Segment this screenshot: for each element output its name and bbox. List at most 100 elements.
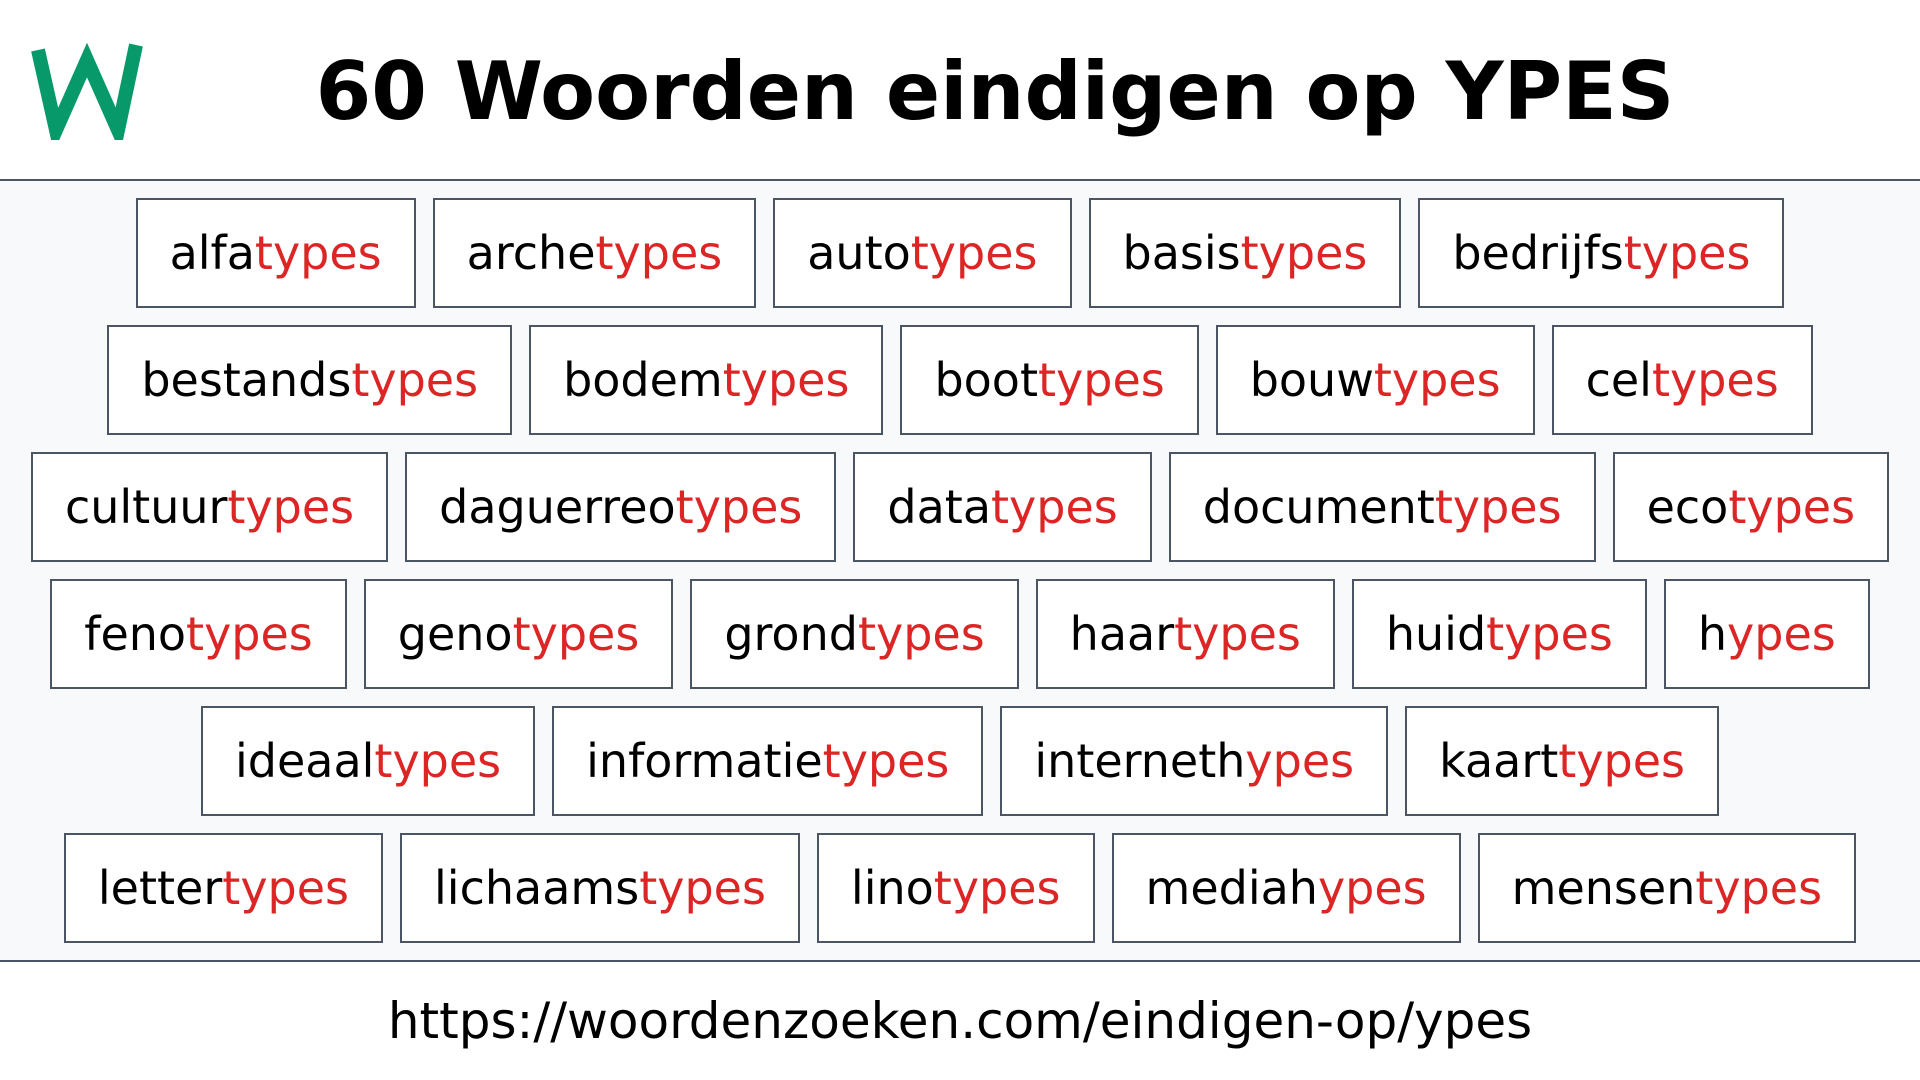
word-suffix: types xyxy=(822,734,950,788)
word-suffix: ypes xyxy=(1317,861,1427,915)
word-suffix: types xyxy=(254,226,382,280)
word-item[interactable]: lichaams types xyxy=(400,833,800,943)
word-item[interactable]: informatie types xyxy=(552,706,984,816)
word-item[interactable]: daguerreo types xyxy=(405,452,837,562)
word-stem: data xyxy=(887,480,992,534)
word-stem: bouw xyxy=(1249,353,1374,407)
word-row: ideaal types informatie types interneth ypes k… xyxy=(0,706,1920,816)
word-stem: arche xyxy=(466,226,596,280)
word-stem: feno xyxy=(84,607,187,661)
word-item[interactable]: huid types xyxy=(1351,579,1647,689)
word-suffix: types xyxy=(639,861,766,915)
word-stem: mediah xyxy=(1145,861,1318,915)
word-item[interactable]: document types xyxy=(1168,452,1596,562)
word-item[interactable]: auto types xyxy=(773,198,1072,308)
word-item[interactable]: lino types xyxy=(816,833,1095,943)
word-row: letter types lichaams types lino types mediah y… xyxy=(0,833,1920,943)
word-suffix: types xyxy=(675,480,803,534)
word-stem: interneth xyxy=(1034,734,1246,788)
word-item[interactable]: grond types xyxy=(690,579,1019,689)
site-url[interactable]: https://woordenzoeken.com/eindigen-op/yp… xyxy=(388,992,1532,1050)
word-stem: ideaal xyxy=(234,734,375,788)
word-item[interactable]: kaart types xyxy=(1405,706,1720,816)
word-stem: bestands xyxy=(141,353,352,407)
word-suffix: types xyxy=(910,226,1038,280)
word-suffix: types xyxy=(1373,353,1501,407)
word-rows: alfa types arche types auto types basis types be… xyxy=(0,198,1920,960)
word-suffix: types xyxy=(991,480,1118,534)
word-suffix: types xyxy=(857,607,985,661)
word-item[interactable]: cultuur types xyxy=(30,452,389,562)
page-title: 60 Woorden eindigen op YPES xyxy=(315,45,1675,138)
word-suffix: types xyxy=(1434,480,1562,534)
word-suffix: types xyxy=(227,480,355,534)
word-stem: geno xyxy=(397,607,513,661)
word-item[interactable]: alfa types xyxy=(135,198,416,308)
word-suffix: types xyxy=(1240,226,1368,280)
word-item[interactable]: bouw types xyxy=(1215,325,1535,435)
word-item[interactable]: eco types xyxy=(1612,452,1890,562)
word-stem: daguerreo xyxy=(439,480,676,534)
word-suffix: types xyxy=(351,353,479,407)
word-row: cultuur types daguerreo types data types docum… xyxy=(0,452,1920,562)
word-stem: lino xyxy=(850,861,934,915)
word-item[interactable]: ideaal types xyxy=(200,706,536,816)
word-suffix: ypes xyxy=(1727,607,1836,661)
word-suffix: ypes xyxy=(1245,734,1355,788)
word-item[interactable]: geno types xyxy=(363,579,674,689)
word-row: feno types geno types grond types haar types hui… xyxy=(0,579,1920,689)
word-item[interactable]: mediah ypes xyxy=(1111,833,1461,943)
word-item[interactable]: arche types xyxy=(432,198,757,308)
word-stem: letter xyxy=(97,861,223,915)
word-item[interactable]: h ypes xyxy=(1663,579,1870,689)
word-stem: bodem xyxy=(563,353,723,407)
word-stem: informatie xyxy=(586,734,823,788)
word-stem: basis xyxy=(1122,226,1241,280)
word-stem: cel xyxy=(1585,353,1652,407)
word-stem: alfa xyxy=(169,226,255,280)
word-suffix: types xyxy=(374,734,502,788)
word-suffix: types xyxy=(1728,480,1856,534)
word-stem: boot xyxy=(934,353,1038,407)
word-suffix: types xyxy=(1037,353,1165,407)
word-item[interactable]: mensen types xyxy=(1477,833,1857,943)
word-item[interactable]: interneth ypes xyxy=(1000,706,1389,816)
word-suffix: types xyxy=(1651,353,1779,407)
word-item[interactable]: feno types xyxy=(50,579,347,689)
word-row: alfa types arche types auto types basis types be… xyxy=(0,198,1920,308)
word-suffix: types xyxy=(933,861,1061,915)
word-item[interactable]: haar types xyxy=(1035,579,1335,689)
word-stem: document xyxy=(1202,480,1435,534)
word-suffix: types xyxy=(722,353,850,407)
word-stem: grond xyxy=(724,607,858,661)
word-suffix: types xyxy=(512,607,640,661)
word-item[interactable]: bestands types xyxy=(107,325,513,435)
word-stem: eco xyxy=(1646,480,1729,534)
word-item[interactable]: bedrijfs types xyxy=(1418,198,1785,308)
header: 60 Woorden eindigen op YPES xyxy=(0,0,1920,179)
word-stem: mensen xyxy=(1511,861,1696,915)
word-suffix: types xyxy=(222,861,350,915)
word-suffix: types xyxy=(1695,861,1823,915)
word-item[interactable]: letter types xyxy=(63,833,384,943)
word-stem: kaart xyxy=(1439,734,1559,788)
word-suffix: types xyxy=(595,226,723,280)
word-suffix: types xyxy=(186,607,313,661)
footer: https://woordenzoeken.com/eindigen-op/yp… xyxy=(0,962,1920,1080)
word-row: bestands types bodem types boot types bouw type… xyxy=(0,325,1920,435)
word-item[interactable]: bodem types xyxy=(529,325,884,435)
word-item[interactable]: cel types xyxy=(1551,325,1813,435)
word-stem: haar xyxy=(1069,607,1175,661)
word-item[interactable]: data types xyxy=(853,452,1152,562)
word-stem: cultuur xyxy=(64,480,228,534)
word-suffix: types xyxy=(1486,607,1613,661)
word-suffix: types xyxy=(1623,226,1751,280)
word-suffix: types xyxy=(1174,607,1301,661)
word-stem: bedrijfs xyxy=(1452,226,1624,280)
word-item[interactable]: basis types xyxy=(1088,198,1402,308)
word-item[interactable]: boot types xyxy=(900,325,1199,435)
word-stem: huid xyxy=(1385,607,1487,661)
word-stem: lichaams xyxy=(434,861,640,915)
word-stem: h xyxy=(1697,607,1728,661)
word-stem: auto xyxy=(807,226,911,280)
